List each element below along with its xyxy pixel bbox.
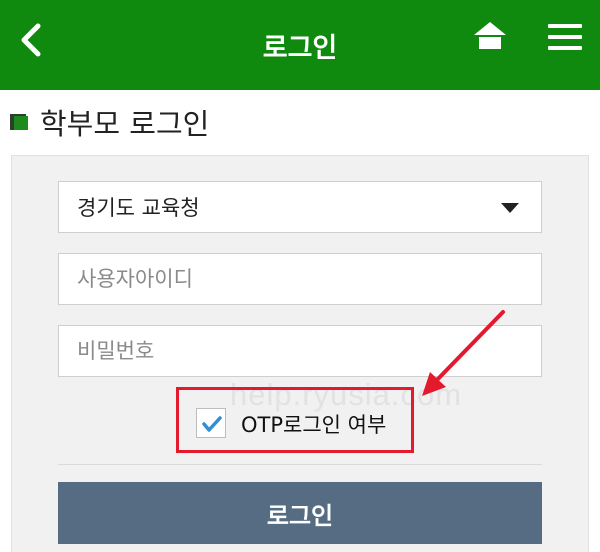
page-title: 로그인 — [262, 33, 338, 64]
user-id-input[interactable] — [77, 267, 517, 291]
app-header: 로그인 — [0, 0, 600, 90]
divider — [58, 464, 542, 465]
menu-button[interactable] — [548, 24, 582, 52]
caret-down-icon — [501, 203, 519, 213]
password-field[interactable] — [58, 325, 542, 377]
hamburger-line — [548, 35, 582, 39]
hamburger-line — [548, 46, 582, 50]
education-office-select[interactable]: 경기도 교육청 — [58, 181, 542, 233]
otp-checkbox[interactable] — [196, 408, 226, 438]
user-id-field[interactable] — [58, 253, 542, 305]
select-value: 경기도 교육청 — [77, 196, 200, 220]
book-icon — [10, 112, 30, 132]
otp-highlight-box: OTP로그인 여부 — [176, 387, 414, 453]
home-button[interactable] — [472, 20, 508, 52]
home-icon — [474, 22, 506, 49]
password-input[interactable] — [77, 339, 517, 363]
hamburger-menu-icon — [548, 24, 582, 28]
section-heading: 학부모 로그인 — [10, 102, 209, 142]
otp-label: OTP로그인 여부 — [241, 413, 387, 437]
section-title: 학부모 로그인 — [40, 107, 210, 141]
checkmark-icon — [202, 416, 222, 432]
login-button[interactable]: 로그인 — [58, 482, 542, 544]
